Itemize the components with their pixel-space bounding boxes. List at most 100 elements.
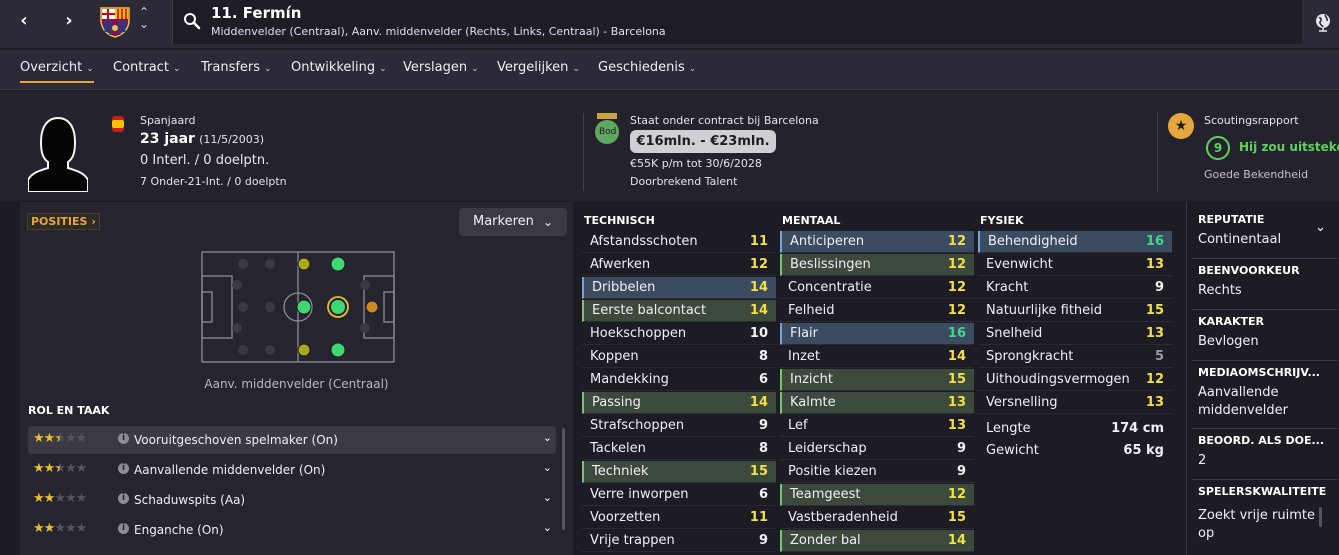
attribute-value: 14 xyxy=(947,349,966,364)
tab-bar: Overzicht ⌄ Contract ⌄ Transfers ⌄ Ontwikke… xyxy=(0,50,1339,90)
attribute-row[interactable]: Leiderschap 9 xyxy=(780,438,974,460)
roles-scrollbar[interactable] xyxy=(562,428,565,530)
role-row[interactable]: ★★★★★ i Enganche (On) ⌄ xyxy=(28,516,556,544)
tab-label: Geschiedenis xyxy=(598,60,685,75)
player-avatar-icon xyxy=(28,116,88,192)
attribute-row[interactable]: Mandekking 6 xyxy=(582,369,776,391)
tab-contract[interactable]: Contract ⌄ xyxy=(113,60,180,75)
chevron-down-icon[interactable]: ⌄ xyxy=(543,521,552,534)
attribute-name: Felheid xyxy=(788,303,835,318)
attribute-row[interactable]: Eerste balcontact 14 xyxy=(582,300,776,322)
role-row[interactable]: ★★★★★ i Schaduwspits (Aa) ⌄ xyxy=(28,486,556,514)
attribute-row[interactable]: Voorzetten 11 xyxy=(582,507,776,529)
attribute-row[interactable]: Natuurlijke fitheid 15 xyxy=(978,300,1172,322)
tab-overzicht[interactable]: Overzicht ⌄ xyxy=(20,60,94,83)
attribute-row[interactable]: Inzet 14 xyxy=(780,346,974,368)
attribute-value: 16 xyxy=(947,326,966,341)
chevron-down-icon[interactable]: ⌄ xyxy=(543,431,552,444)
attribute-row[interactable]: Lef 13 xyxy=(780,415,974,437)
tab-vergelijken[interactable]: Vergelijken ⌄ xyxy=(497,60,580,75)
tab-label: Transfers xyxy=(201,60,261,75)
attribute-row[interactable]: Teamgeest 12 xyxy=(780,484,974,506)
chevron-down-icon[interactable]: ⌄ xyxy=(137,18,151,30)
attribute-value: 12 xyxy=(947,257,966,272)
tab-verslagen[interactable]: Verslagen ⌄ xyxy=(403,60,479,75)
info-icon[interactable]: i xyxy=(118,523,129,534)
info-icon[interactable]: i xyxy=(118,463,129,474)
attribute-row[interactable]: Snelheid 13 xyxy=(978,323,1172,345)
chevron-down-icon[interactable]: ⌄ xyxy=(543,491,552,504)
attribute-row[interactable]: Strafschoppen 9 xyxy=(582,415,776,437)
tab-ontwikkeling[interactable]: Ontwikkeling ⌄ xyxy=(291,60,387,75)
attribute-row[interactable]: Vrije trappen 9 xyxy=(582,530,776,552)
attribute-row[interactable]: Zonder bal 14 xyxy=(780,530,974,552)
attribute-row[interactable]: Versnelling 13 xyxy=(978,392,1172,414)
player-name: 11. Fermín xyxy=(211,4,302,22)
attribute-row[interactable]: Kalmte 13 xyxy=(780,392,974,414)
attribute-value: 8 xyxy=(758,441,768,456)
attribute-row[interactable]: Passing 14 xyxy=(582,392,776,414)
search-icon[interactable] xyxy=(183,12,201,30)
attribute-name: Kracht xyxy=(986,280,1029,295)
attribute-name: Leiderschap xyxy=(788,441,867,456)
attribute-name: Flair xyxy=(790,326,819,341)
preferred-foot-title: BEENVOORKEUR xyxy=(1198,264,1300,277)
transfer-value[interactable]: €16mln. - €23mln. xyxy=(630,130,776,153)
attribute-name: Evenwicht xyxy=(986,257,1053,272)
chevron-down-icon[interactable]: ⌄ xyxy=(543,461,552,474)
info-icon[interactable]: i xyxy=(118,493,129,504)
attribute-row[interactable]: Positie kiezen 9 xyxy=(780,461,974,483)
attribute-value: 12 xyxy=(749,257,768,272)
tab-transfers[interactable]: Transfers ⌄ xyxy=(201,60,272,75)
attribute-row[interactable]: Koppen 8 xyxy=(582,346,776,368)
forward-button[interactable]: › xyxy=(55,10,83,34)
attribute-row[interactable]: Tackelen 8 xyxy=(582,438,776,460)
attribute-row[interactable]: Verre inworpen 6 xyxy=(582,484,776,506)
attribute-row[interactable]: Afstandsschoten 11 xyxy=(582,231,776,253)
chevron-down-icon: ⌄ xyxy=(264,64,272,74)
attribute-row[interactable]: Concentratie 12 xyxy=(780,277,974,299)
attribute-row[interactable]: Techniek 15 xyxy=(582,461,776,483)
tab-label: Contract xyxy=(113,60,169,75)
scouting-title[interactable]: Scoutingsrapport xyxy=(1204,114,1299,127)
attribute-row[interactable]: Hoekschoppen 10 xyxy=(582,323,776,345)
attribute-row[interactable]: Dribbelen 14 xyxy=(582,277,776,299)
attribute-value: 9 xyxy=(758,533,768,548)
markeren-label: Markeren xyxy=(473,214,534,229)
club-crest-icon[interactable] xyxy=(98,6,132,38)
role-row[interactable]: ★★★★★ i Aanvallende middenvelder (On) ⌄ xyxy=(28,456,556,484)
attribute-name: Snelheid xyxy=(986,326,1043,341)
media-description-value: Aanvallende middenvelder xyxy=(1198,385,1288,418)
attribute-row[interactable]: Beslissingen 12 xyxy=(780,254,974,276)
attribute-row[interactable]: Felheid 12 xyxy=(780,300,974,322)
divider xyxy=(583,113,584,191)
chevron-down-icon[interactable]: ⌄ xyxy=(1315,220,1326,235)
attribute-value: 13 xyxy=(1145,326,1164,341)
attribute-value: 6 xyxy=(758,372,768,387)
globe-icon[interactable] xyxy=(1314,12,1332,32)
attribute-name: Natuurlijke fitheid xyxy=(986,303,1103,318)
attribute-row[interactable]: Uithoudingsvermogen 12 xyxy=(978,369,1172,391)
positions-button[interactable]: POSITIES › xyxy=(27,213,100,230)
attribute-row[interactable]: Anticiperen 12 xyxy=(780,231,974,253)
role-row[interactable]: ★★★★★ i Vooruitgeschoven spelmaker (On) ⌄ xyxy=(28,426,556,454)
player-title-box[interactable]: 11. Fermín Middenvelder (Centraal), Aanv… xyxy=(172,0,1302,44)
tab-geschiedenis[interactable]: Geschiedenis ⌄ xyxy=(598,60,696,75)
attribute-row[interactable]: Sprongkracht 5 xyxy=(978,346,1172,368)
info-icon[interactable]: i xyxy=(118,433,129,444)
chevron-down-icon: ⌄ xyxy=(471,64,479,74)
back-button[interactable]: ‹ xyxy=(10,10,38,34)
attribute-row[interactable]: Behendigheid 16 xyxy=(978,231,1172,253)
scouting-verdict: Hij zou uitsteken xyxy=(1239,140,1339,154)
attribute-row[interactable]: Inzicht 15 xyxy=(780,369,974,391)
player-switch-arrows[interactable]: ⌃ ⌄ xyxy=(137,6,151,30)
attribute-row[interactable]: Evenwicht 13 xyxy=(978,254,1172,276)
attribute-value: 9 xyxy=(956,441,966,456)
attribute-row[interactable]: Flair 16 xyxy=(780,323,974,345)
attribute-row[interactable]: Kracht 9 xyxy=(978,277,1172,299)
attribute-row[interactable]: Afwerken 12 xyxy=(582,254,776,276)
markeren-dropdown[interactable]: Markeren ⌄ xyxy=(459,208,567,236)
sidebar-scrollbar[interactable] xyxy=(1319,507,1322,527)
attribute-row[interactable]: Vastberadenheid 15 xyxy=(780,507,974,529)
attribute-value: 9 xyxy=(1154,280,1164,295)
